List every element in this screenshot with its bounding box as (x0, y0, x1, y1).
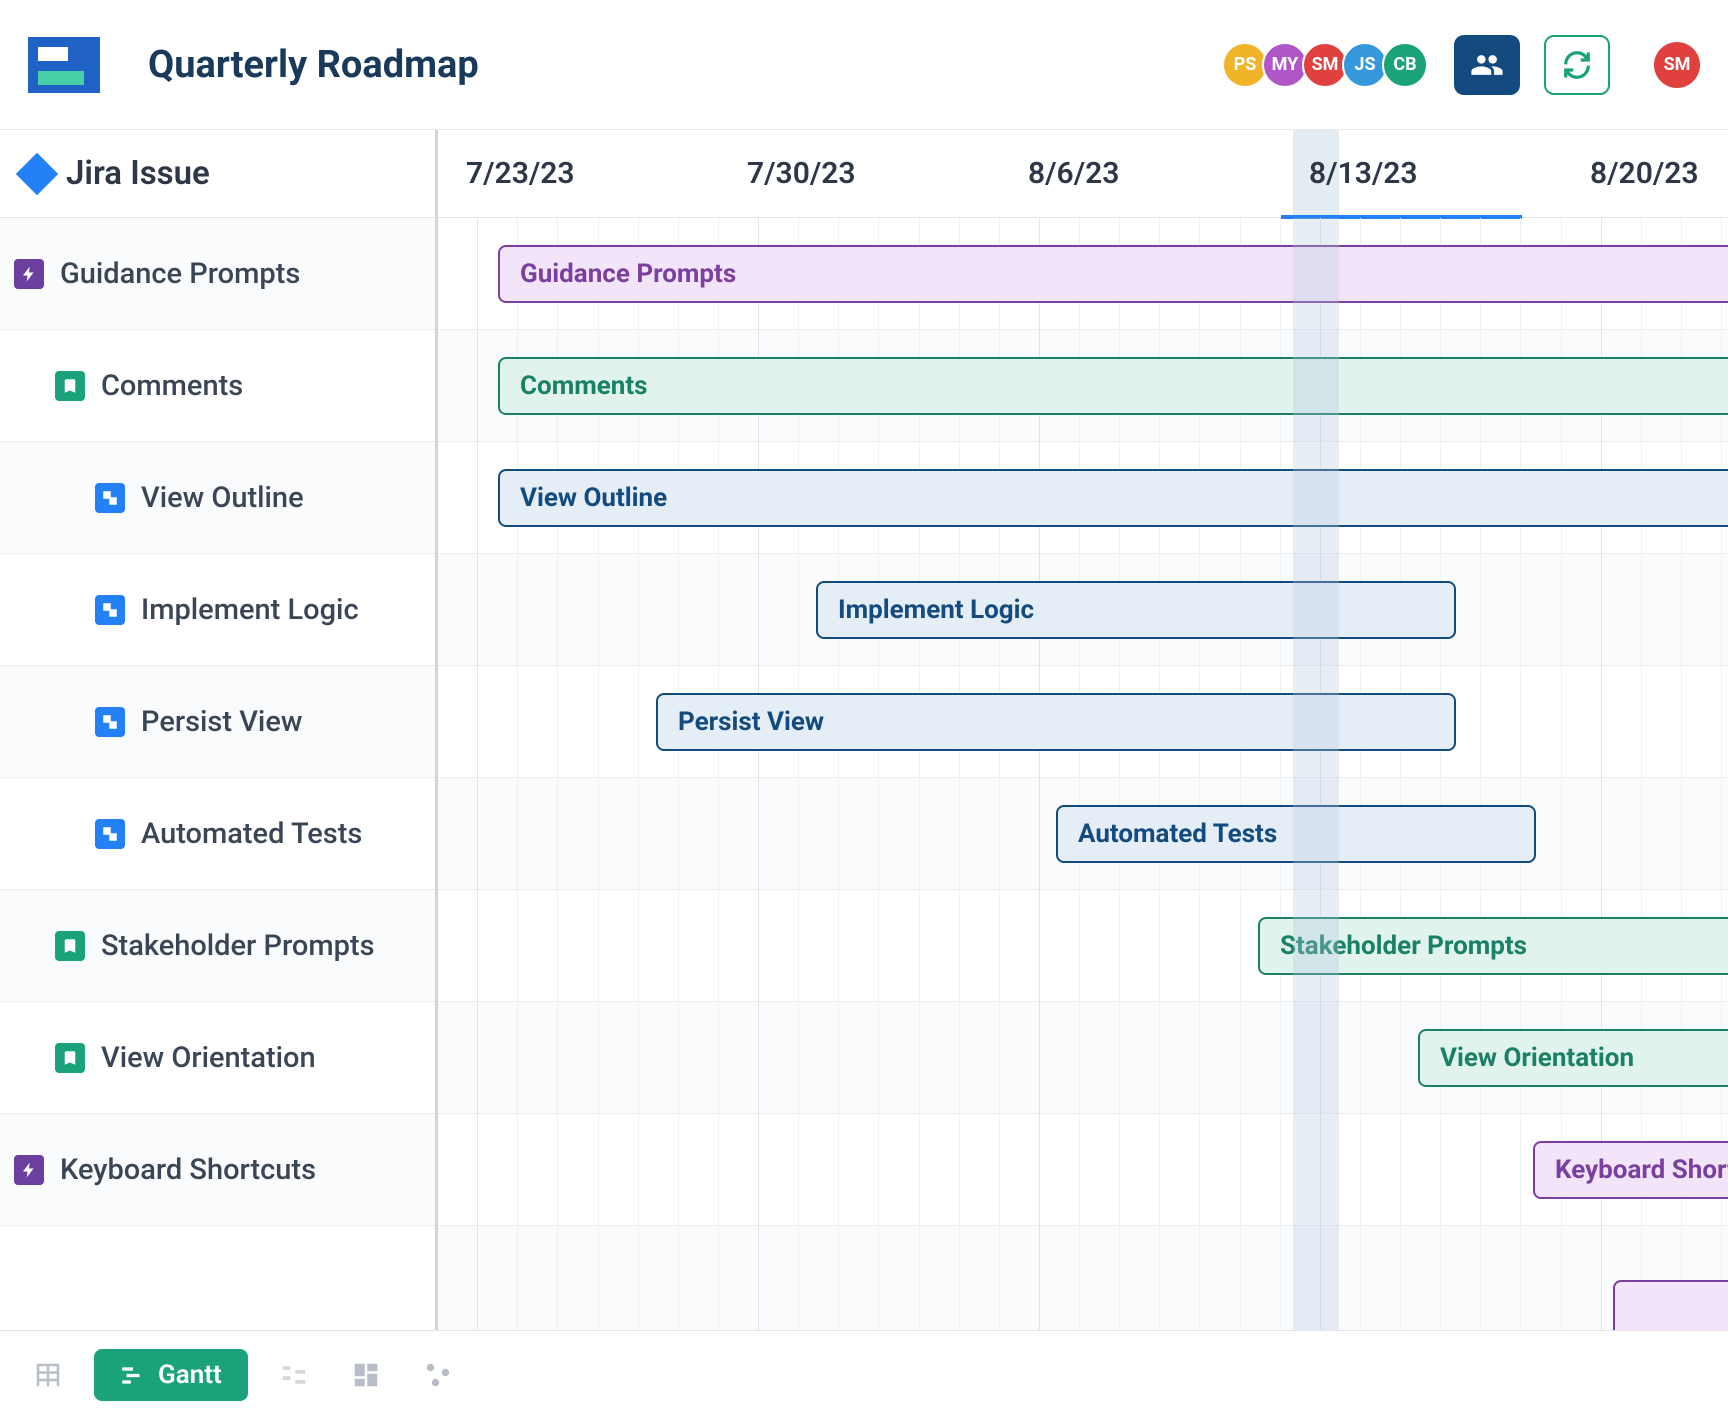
timeline-row: View Outline (438, 442, 1728, 554)
sidebar: Jira Issue Guidance Prompts Comments View … (0, 130, 438, 1330)
sidebar-item[interactable]: View Orientation (0, 1002, 435, 1114)
sidebar-item-label: Automated Tests (141, 817, 362, 851)
gantt-bar[interactable]: Guidance Prompts (498, 245, 1728, 303)
sidebar-item-label: View Orientation (101, 1041, 316, 1075)
graph-icon (423, 1360, 453, 1390)
collaborator-avatar[interactable]: CB (1382, 42, 1428, 88)
list-view-button[interactable] (268, 1349, 320, 1401)
sidebar-item-label: View Outline (141, 481, 304, 515)
sidebar-item[interactable]: Keyboard Shortcuts (0, 1114, 435, 1226)
epic-icon (14, 1155, 44, 1185)
timeline-row: Guidance Prompts (438, 218, 1728, 330)
timeline-row (438, 1226, 1728, 1330)
date-column[interactable]: 7/30/23 (719, 130, 1000, 217)
sidebar-item-label: Persist View (141, 705, 302, 739)
sidebar-header-label: Jira Issue (66, 154, 210, 193)
timeline: 7/23/237/30/238/6/238/13/238/20/23 Guida… (438, 130, 1728, 1330)
gantt-bar[interactable]: Comments (498, 357, 1728, 415)
subtask-icon (95, 707, 125, 737)
sidebar-item-label: Guidance Prompts (60, 257, 300, 291)
gantt-bar[interactable]: View Outline (498, 469, 1728, 527)
sidebar-item-label: Comments (101, 369, 243, 403)
refresh-icon (1562, 50, 1592, 80)
timeline-row: Persist View (438, 666, 1728, 778)
timeline-header: 7/23/237/30/238/6/238/13/238/20/23 (438, 130, 1728, 218)
subtask-icon (95, 595, 125, 625)
timeline-row: Keyboard Shortcuts (438, 1114, 1728, 1226)
people-icon (1470, 48, 1504, 82)
gantt-bar[interactable]: Stakeholder Prompts (1258, 917, 1728, 975)
board-icon (351, 1360, 381, 1390)
sidebar-item[interactable]: Comments (0, 330, 435, 442)
header: Quarterly Roadmap PSMYSMJSCB SM (0, 0, 1728, 130)
gantt-label: Gantt (158, 1360, 222, 1390)
sidebar-item[interactable]: Persist View (0, 666, 435, 778)
page-title: Quarterly Roadmap (148, 43, 1228, 87)
table-view-button[interactable] (22, 1349, 74, 1401)
graph-view-button[interactable] (412, 1349, 464, 1401)
list-icon (279, 1360, 309, 1390)
date-column[interactable]: 8/20/23 (1562, 130, 1728, 217)
date-column[interactable]: 7/23/23 (438, 130, 719, 217)
date-column[interactable]: 8/6/23 (1000, 130, 1281, 217)
timeline-row: Automated Tests (438, 778, 1728, 890)
gantt-bar[interactable]: Keyboard Shortcuts (1533, 1141, 1728, 1199)
gantt-icon (120, 1362, 146, 1388)
sidebar-item[interactable]: Implement Logic (0, 554, 435, 666)
app-logo (28, 37, 100, 93)
refresh-button[interactable] (1544, 35, 1610, 95)
epic-icon (14, 259, 44, 289)
table-icon (33, 1360, 63, 1390)
board-view-button[interactable] (340, 1349, 392, 1401)
story-icon (55, 371, 85, 401)
gantt-bar[interactable]: Automated Tests (1056, 805, 1536, 863)
collaborators: PSMYSMJSCB (1228, 42, 1428, 88)
user-avatar[interactable]: SM (1654, 42, 1700, 88)
sidebar-item[interactable]: View Outline (0, 442, 435, 554)
sidebar-header[interactable]: Jira Issue (0, 130, 435, 218)
sidebar-item-label: Implement Logic (141, 593, 359, 627)
sidebar-item-label: Stakeholder Prompts (101, 929, 375, 963)
gantt-bar[interactable] (1613, 1280, 1728, 1330)
sidebar-item[interactable]: Guidance Prompts (0, 218, 435, 330)
gantt-bar[interactable]: View Orientation (1418, 1029, 1728, 1087)
gantt-bar[interactable]: Implement Logic (816, 581, 1456, 639)
sidebar-item[interactable]: Stakeholder Prompts (0, 890, 435, 1002)
timeline-row: Stakeholder Prompts (438, 890, 1728, 1002)
sidebar-item-label: Keyboard Shortcuts (60, 1153, 316, 1187)
timeline-row: Implement Logic (438, 554, 1728, 666)
jira-icon (16, 152, 58, 194)
story-icon (55, 1043, 85, 1073)
gantt-bar[interactable]: Persist View (656, 693, 1456, 751)
footer-toolbar: Gantt (0, 1330, 1728, 1418)
subtask-icon (95, 483, 125, 513)
subtask-icon (95, 819, 125, 849)
timeline-row: Comments (438, 330, 1728, 442)
story-icon (55, 931, 85, 961)
gantt-view-button[interactable]: Gantt (94, 1349, 248, 1401)
date-column[interactable]: 8/13/23 (1281, 130, 1562, 217)
share-button[interactable] (1454, 35, 1520, 95)
sidebar-item[interactable]: Automated Tests (0, 778, 435, 890)
timeline-row: View Orientation (438, 1002, 1728, 1114)
